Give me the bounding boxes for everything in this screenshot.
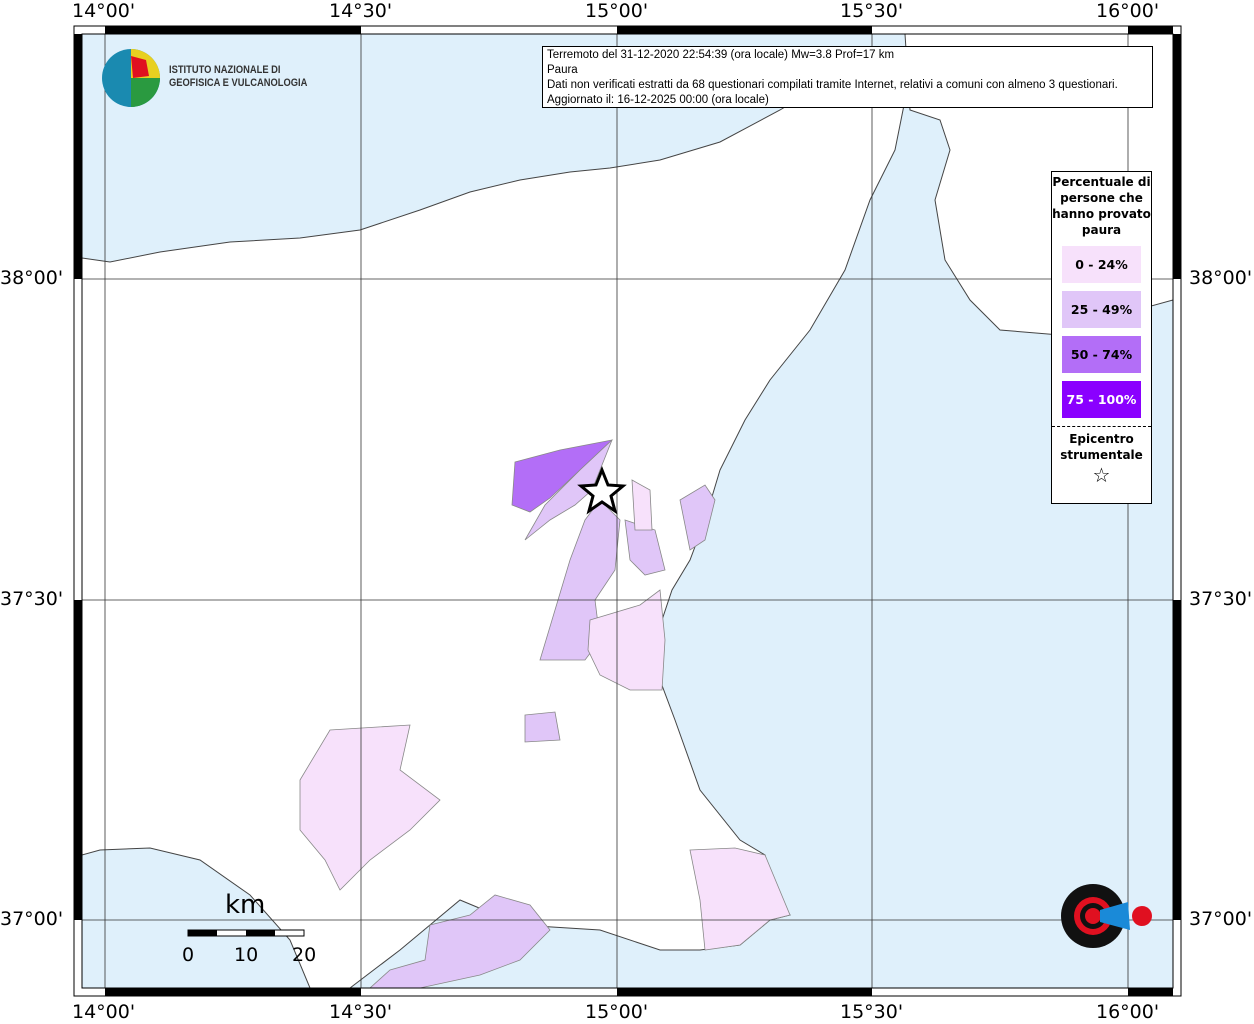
lat-tick-left: 38°00' [0, 267, 64, 289]
lon-tick-top: 16°00' [1096, 0, 1160, 22]
legend-title: Percentuale di persone che hanno provato… [1052, 175, 1151, 237]
legend-class-75-100: 75 - 100% [1062, 381, 1141, 418]
legend-star-icon: ☆ [1092, 463, 1111, 487]
lon-tick-bottom: 16°00' [1096, 1001, 1160, 1023]
lat-tick-right: 37°00' [1189, 908, 1253, 930]
scale-tick: 0 [182, 944, 195, 966]
lon-tick-bottom: 15°30' [840, 1001, 904, 1023]
parameter-line: Paura [547, 64, 578, 76]
legend-divider [1052, 426, 1151, 427]
lon-tick-top: 15°30' [840, 0, 904, 22]
lat-tick-right: 37°30' [1189, 588, 1253, 610]
lon-tick-top: 14°30' [329, 0, 393, 22]
lon-tick-bottom: 15°00' [585, 1001, 649, 1023]
event-info-box: Terremoto del 31-12-2020 22:54:39 (ora l… [542, 46, 1153, 108]
event-line: Terremoto del 31-12-2020 22:54:39 (ora l… [547, 49, 895, 61]
legend: Percentuale di persone che hanno provato… [1051, 171, 1152, 504]
ingv-logo-text: ISTITUTO NAZIONALE DI GEOFISICA E VULCAN… [169, 64, 308, 89]
map[interactable] [0, 0, 1254, 1024]
legend-class-0-24: 0 - 24% [1062, 246, 1141, 283]
lat-tick-right: 38°00' [1189, 267, 1253, 289]
lon-tick-top: 15°00' [585, 0, 649, 22]
updated-line: Aggiornato il: 16-12-2025 00:00 (ora loc… [547, 94, 769, 106]
lat-tick-left: 37°30' [0, 588, 64, 610]
scale-bar [187, 929, 305, 937]
data-note: Dati non verificati estratti da 68 quest… [547, 79, 1118, 91]
scale-tick: 20 [292, 944, 317, 966]
legend-class-25-49: 25 - 49% [1062, 291, 1141, 328]
scale-unit: km [225, 890, 266, 920]
lat-tick-left: 37°00' [0, 908, 64, 930]
lon-tick-top: 14°00' [72, 0, 136, 22]
ingv-globe-icon [102, 49, 160, 107]
legend-epicenter-label: Epicentro strumentale [1060, 432, 1143, 462]
legend-class-50-74: 50 - 74% [1062, 336, 1141, 373]
lon-tick-bottom: 14°30' [329, 1001, 393, 1023]
scale-tick: 10 [234, 944, 259, 966]
lon-tick-bottom: 14°00' [72, 1001, 136, 1023]
